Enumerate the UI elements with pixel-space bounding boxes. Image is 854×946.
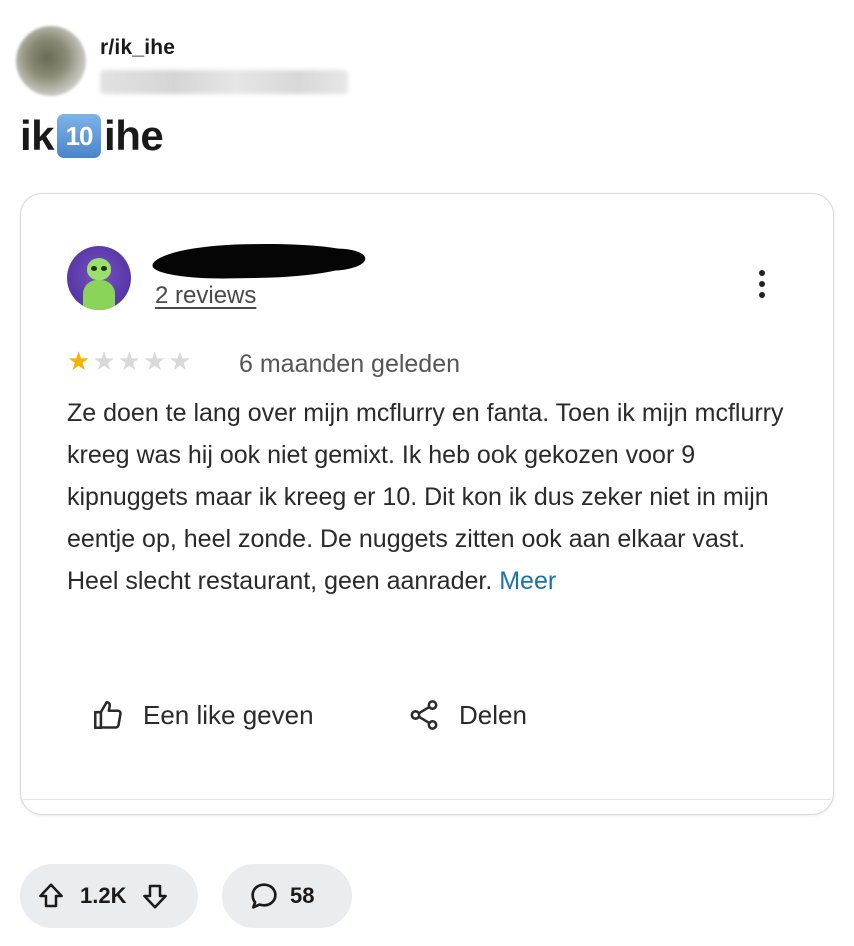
post-meta: r/ik_ihe [100,36,348,94]
star-icon: ★ [67,346,91,376]
reviewer-avatar [67,246,131,310]
subreddit-avatar[interactable] [16,26,86,96]
like-label: Een like geven [143,699,314,730]
title-suffix: ihe [104,112,164,159]
star-icon: ★ [168,346,192,376]
downvote-icon[interactable] [140,881,170,911]
star-icon: ★ [142,346,167,376]
share-label: Delen [459,699,527,730]
star-icon: ★ [92,346,116,376]
share-action: Delen [407,698,527,732]
comment-count: 58 [290,883,315,908]
keycap-ten-emoji: 10 [57,114,102,158]
reviewer-review-count: 2 reviews [155,282,257,309]
comment-icon [251,883,277,909]
upvote-icon[interactable] [36,881,66,911]
title-prefix: ik [20,112,55,159]
post-header: r/ik_ihe [16,26,348,96]
post-image[interactable]: 2 reviews ★ ★ ★ ★ ★ 6 maanden geleden Ze… [20,193,834,815]
star-rating: ★ ★ ★ ★ ★ [67,348,192,374]
share-icon [410,700,438,730]
review-body-text: Ze doen te lang over mijn mcflurry en fa… [67,399,784,595]
vote-pill: 1.2K [20,864,198,928]
review-text: Ze doen te lang over mijn mcflurry en fa… [67,392,787,602]
thumbs-up-icon [93,700,122,730]
review-card: 2 reviews ★ ★ ★ ★ ★ 6 maanden geleden Ze… [23,196,831,800]
author-name-blurred [100,70,348,94]
star-icon: ★ [117,346,141,376]
vote-count: 1.2K [80,883,127,908]
comments-button[interactable]: 58 [222,864,352,928]
redacted-reviewer-name [150,242,364,280]
like-action: Een like geven [91,698,314,732]
more-vert-icon [759,270,767,298]
post-title[interactable]: ik 10 ihe [20,112,164,160]
review-date: 6 maanden geleden [239,350,461,378]
more-link: Meer [499,567,557,595]
subreddit-name[interactable]: r/ik_ihe [100,36,348,60]
